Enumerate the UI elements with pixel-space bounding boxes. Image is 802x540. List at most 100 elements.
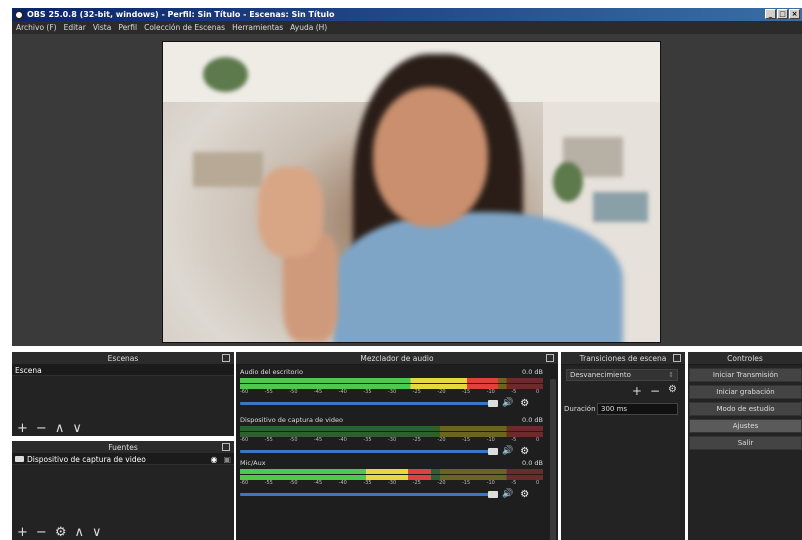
db-scale-tick: -5 (511, 480, 517, 486)
scenes-dock: Escenas Escena + − ∧ ∨ (12, 352, 234, 436)
track-name: Dispositivo de captura de video (240, 416, 343, 424)
preview-workspace (12, 34, 802, 346)
menu-archivo[interactable]: Archivo (F) (16, 23, 57, 32)
db-scale-tick: -60 (240, 480, 249, 486)
db-scale-tick: -35 (363, 437, 372, 443)
menu-editar[interactable]: Editar (64, 23, 86, 32)
mixer-scrollbar[interactable] (550, 379, 556, 540)
db-scale-tick: -50 (289, 389, 298, 395)
menu-vista[interactable]: Vista (93, 23, 112, 32)
controls-header: Controles (688, 352, 802, 365)
volume-control: 🔊 ⚙ (240, 488, 543, 500)
studio-mode-button[interactable]: Modo de estudio (689, 402, 802, 416)
float-dock-icon[interactable] (222, 443, 230, 451)
duration-input[interactable]: 300 ms (597, 403, 678, 415)
gear-icon[interactable]: ⚙ (668, 384, 677, 398)
scene-item[interactable]: Escena (12, 365, 234, 376)
track-name: Audio del escritorio (240, 368, 303, 376)
remove-source-icon[interactable]: − (36, 525, 47, 540)
level-meter (240, 426, 543, 431)
db-scale-tick: -40 (338, 389, 347, 395)
add-scene-icon[interactable]: + (17, 421, 28, 436)
visibility-eye-icon[interactable]: ◉ (210, 454, 217, 465)
track-name: Mic/Aux (240, 459, 266, 467)
mixer-track: Mic/Aux 0.0 dB -60 -55 -50 -45 -40 -35 -30 -25-… (240, 459, 543, 500)
remove-transition-icon[interactable]: − (650, 384, 660, 398)
db-scale-tick: -55 (264, 480, 273, 486)
track-db: 0.0 dB (522, 368, 543, 376)
menu-perfil[interactable]: Perfil (118, 23, 137, 32)
volume-slider[interactable] (240, 447, 498, 455)
float-dock-icon[interactable] (673, 354, 681, 362)
exit-button[interactable]: Salir (689, 436, 802, 450)
float-dock-icon[interactable] (546, 354, 554, 362)
add-source-icon[interactable]: + (17, 525, 28, 540)
minimize-button[interactable]: _ (765, 9, 776, 19)
source-item[interactable]: Dispositivo de captura de video ◉ ▣ (12, 454, 234, 465)
window-controls: _ □ × (765, 9, 800, 19)
db-scale-tick: -40 (338, 437, 347, 443)
camera-icon (15, 456, 24, 462)
db-scale-tick: -60 (240, 437, 249, 443)
db-scale-tick: -10 (486, 389, 495, 395)
gear-icon[interactable]: ⚙ (520, 446, 529, 457)
transition-select[interactable]: Desvanecimiento ⇕ (566, 369, 678, 381)
person-face (373, 87, 488, 227)
db-scale-tick: -35 (363, 480, 372, 486)
db-scale-tick: -45 (314, 437, 323, 443)
chevron-updown-icon: ⇕ (668, 371, 674, 379)
track-db: 0.0 dB (522, 459, 543, 467)
menu-ayuda[interactable]: Ayuda (H) (290, 23, 327, 32)
transitions-header: Transiciones de escena (561, 352, 685, 365)
remove-scene-icon[interactable]: − (36, 421, 47, 436)
start-streaming-button[interactable]: Iniciar Transmisión (689, 368, 802, 382)
volume-knob[interactable] (488, 447, 498, 455)
speaker-icon[interactable]: 🔊 (502, 489, 513, 499)
gear-icon[interactable]: ⚙ (520, 489, 529, 500)
level-meter (240, 469, 543, 474)
lock-icon[interactable]: ▣ (223, 454, 231, 465)
maximize-button[interactable]: □ (777, 9, 788, 19)
scenes-toolbar: + − ∧ ∨ (12, 420, 82, 436)
move-up-icon[interactable]: ∧ (74, 525, 84, 540)
gear-icon[interactable]: ⚙ (520, 398, 529, 409)
db-scale-tick: -30 (388, 480, 397, 486)
menu-coleccion-escenas[interactable]: Colección de Escenas (144, 23, 225, 32)
start-recording-button[interactable]: Iniciar grabación (689, 385, 802, 399)
gear-icon[interactable]: ⚙ (55, 525, 67, 540)
volume-control: 🔊 ⚙ (240, 445, 543, 457)
db-scale-tick: -35 (363, 389, 372, 395)
scenes-header: Escenas (12, 352, 234, 365)
mixer-header: Mezclador de audio (236, 352, 558, 365)
float-dock-icon[interactable] (222, 354, 230, 362)
move-down-icon[interactable]: ∨ (72, 421, 82, 436)
volume-slider[interactable] (240, 399, 498, 407)
db-scale-tick: -45 (314, 389, 323, 395)
move-down-icon[interactable]: ∨ (92, 525, 102, 540)
close-button[interactable]: × (789, 9, 800, 19)
db-scale-tick: -30 (388, 389, 397, 395)
move-up-icon[interactable]: ∧ (55, 421, 65, 436)
settings-button[interactable]: Ajustes (689, 419, 802, 433)
db-scale-tick: -55 (264, 389, 273, 395)
db-scale-tick: -45 (314, 480, 323, 486)
volume-slider[interactable] (240, 490, 498, 498)
add-transition-icon[interactable]: + (632, 384, 642, 398)
person-body (333, 212, 623, 342)
speaker-icon[interactable]: 🔊 (502, 398, 513, 408)
db-scale-tick: -25 (412, 480, 421, 486)
volume-knob[interactable] (488, 399, 498, 407)
db-scale-tick: -15 (462, 437, 471, 443)
source-label: Dispositivo de captura de video (27, 454, 146, 464)
menu-herramientas[interactable]: Herramientas (232, 23, 283, 32)
db-scale: -60 -55 -50 -45 -40 -35 -30 -25 -20 -15 -10 -5 0 (240, 480, 543, 488)
db-scale-tick: -25 (412, 389, 421, 395)
db-scale-tick: -50 (289, 437, 298, 443)
video-preview[interactable] (162, 41, 661, 343)
speaker-icon[interactable]: 🔊 (502, 446, 513, 456)
duration-label: Duración (564, 405, 596, 413)
volume-knob[interactable] (488, 490, 498, 498)
sources-toolbar: + − ⚙ ∧ ∨ (12, 524, 102, 540)
db-scale-tick: -55 (264, 437, 273, 443)
mixer-body: Audio del escritorio 0.0 dB -60 -55 -50 -45… (236, 365, 558, 540)
